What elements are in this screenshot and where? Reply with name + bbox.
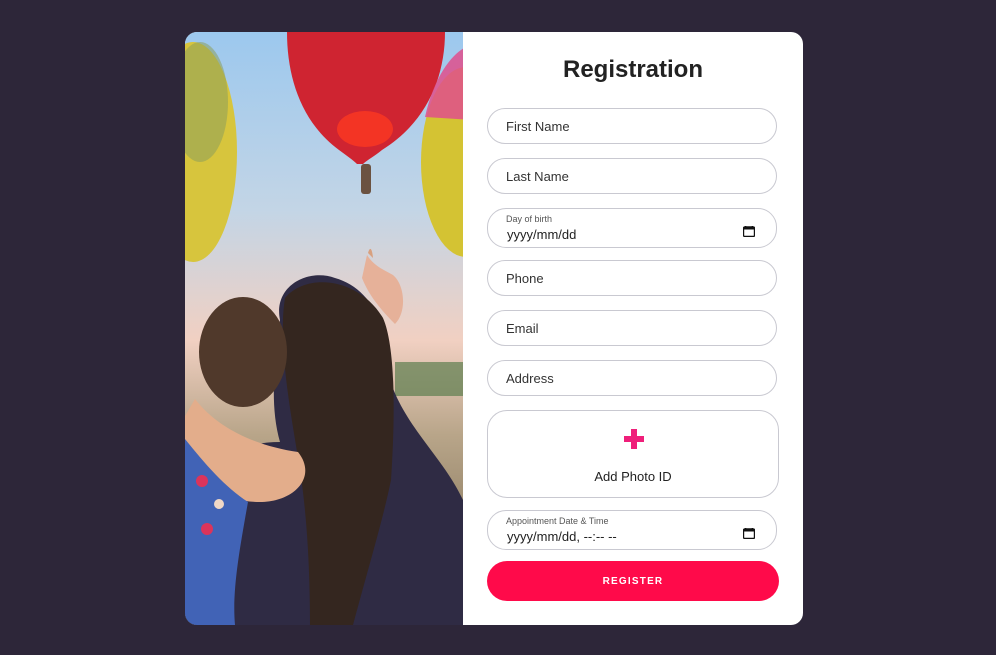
balloon-family-photo <box>185 32 463 625</box>
add-photo-id-button[interactable]: Add Photo ID <box>487 410 779 498</box>
appointment-datetime-value: yyyy/mm/dd, --:-- -- <box>507 529 617 544</box>
phone-placeholder: Phone <box>506 271 544 286</box>
form-title: Registration <box>562 56 703 83</box>
date-of-birth-value: yyyy/mm/dd <box>507 227 577 242</box>
first-name-field[interactable]: First Name <box>487 108 777 144</box>
address-placeholder: Address <box>506 371 554 386</box>
email-placeholder: Email <box>506 321 539 336</box>
email-field[interactable]: Email <box>487 310 777 346</box>
date-of-birth-field[interactable]: Day of birth yyyy/mm/dd <box>487 208 777 248</box>
plus-icon <box>624 429 644 449</box>
child-head <box>199 297 287 407</box>
date-of-birth-label: Day of birth <box>506 214 553 224</box>
first-name-placeholder: First Name <box>506 119 570 134</box>
appointment-datetime-label: Appointment Date & Time <box>506 516 609 526</box>
last-name-placeholder: Last Name <box>506 169 569 184</box>
add-photo-id-label: Add Photo ID <box>594 469 672 484</box>
address-field[interactable]: Address <box>487 360 777 396</box>
register-button[interactable]: REGISTER <box>487 561 779 601</box>
calendar-icon[interactable] <box>743 528 755 539</box>
calendar-icon[interactable] <box>743 226 755 237</box>
last-name-field[interactable]: Last Name <box>487 158 777 194</box>
appointment-datetime-field[interactable]: Appointment Date & Time yyyy/mm/dd, --:-… <box>487 510 777 550</box>
registration-card: Registration First Name Last Name Day of… <box>185 32 803 625</box>
hero-photo <box>185 32 463 625</box>
registration-form: Registration First Name Last Name Day of… <box>463 32 803 625</box>
phone-field[interactable]: Phone <box>487 260 777 296</box>
